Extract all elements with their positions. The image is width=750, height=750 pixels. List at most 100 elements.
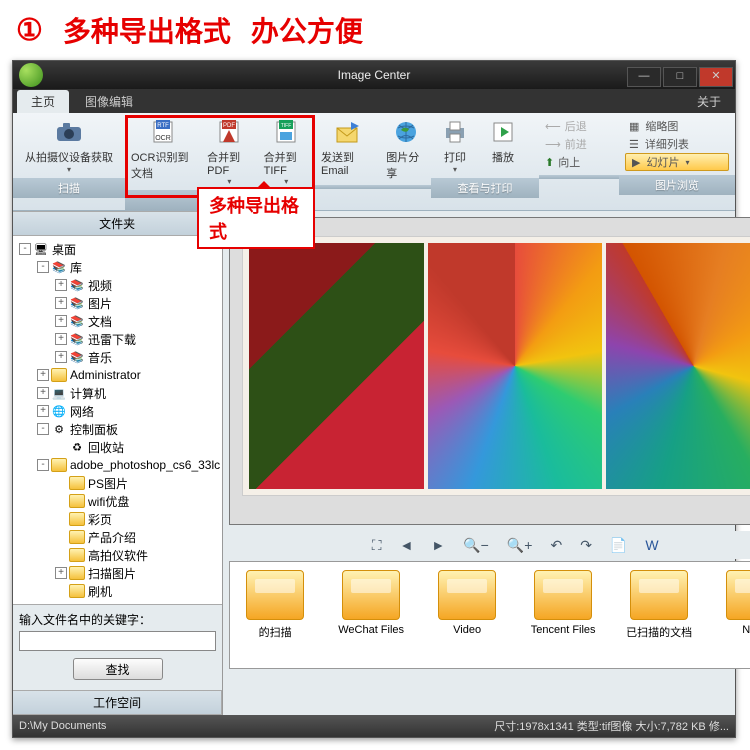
expand-toggle[interactable]: - (37, 459, 49, 471)
expand-toggle[interactable]: + (37, 387, 49, 399)
tree-item-label: 计算机 (70, 385, 106, 402)
ocr-to-doc-button[interactable]: RTFOCR OCR识别到文档 (125, 113, 201, 185)
expand-toggle[interactable]: + (55, 567, 67, 579)
close-button[interactable]: ✕ (699, 67, 733, 87)
rtf-icon: RTFOCR (148, 117, 178, 147)
menu-about[interactable]: 关于 (687, 90, 731, 113)
play-button[interactable]: 播放 (479, 113, 527, 169)
rotate-right-icon[interactable]: ↷ (580, 537, 592, 554)
folder-icon (69, 476, 85, 490)
thumbnail-item[interactable]: WeChat Files (330, 570, 412, 660)
folder-tree[interactable]: -🖥桌面-📚库+📚视频+📚图片+📚文档+📚迅雷下载+📚音乐+Administra… (13, 236, 222, 605)
tree-item[interactable]: wifi优盘 (15, 492, 220, 510)
expand-toggle[interactable] (55, 549, 67, 561)
thumbnail-item[interactable]: Tencent Files (522, 570, 604, 660)
svg-text:TIFF: TIFF (281, 123, 292, 129)
delete-icon[interactable]: 📄 (610, 537, 627, 554)
expand-toggle[interactable]: - (37, 261, 49, 273)
workspace-panel-header: 工作空间 (13, 690, 222, 715)
tree-item[interactable]: ♻回收站 (15, 438, 220, 456)
tab-image-edit[interactable]: 图像编辑 (71, 90, 147, 113)
preview-pane[interactable] (229, 217, 750, 525)
view-detail-button[interactable]: ☰详细列表 (625, 135, 729, 153)
expand-toggle[interactable]: + (55, 351, 67, 363)
callout-label: 多种导出格式 (197, 187, 315, 249)
print-button[interactable]: 打印 ▾ (431, 113, 479, 178)
view-slideshow-button[interactable]: ▶幻灯片 ▾ (625, 153, 729, 171)
main-area: ⛶ ◄ ► 🔍− 🔍+ ↶ ↷ 📄 W 的扫描 WeChat FilesVideo… (223, 211, 750, 715)
expand-toggle[interactable]: + (55, 315, 67, 327)
tree-item[interactable]: +💻计算机 (15, 384, 220, 402)
merge-to-pdf-button[interactable]: PDF 合并到PDF ▾ (201, 113, 257, 190)
thumbnail-strip[interactable]: 的扫描 WeChat FilesVideoTencent Files已扫描的文档N… (229, 561, 750, 669)
expand-toggle[interactable] (55, 585, 67, 597)
zoom-out-icon[interactable]: 🔍− (463, 537, 489, 554)
tree-item[interactable]: -📚库 (15, 258, 220, 276)
tree-item[interactable]: +Administrator (15, 366, 220, 384)
tree-item[interactable]: 彩页 (15, 510, 220, 528)
search-button[interactable]: 查找 (73, 658, 163, 680)
tree-item[interactable]: +📚迅雷下载 (15, 330, 220, 348)
expand-toggle[interactable]: + (55, 279, 67, 291)
thumbnail-item[interactable]: Nimo (714, 570, 750, 660)
share-picture-button[interactable]: 图片分享 (380, 113, 431, 185)
tree-item[interactable]: +📚音乐 (15, 348, 220, 366)
tree-item-label: PS图片 (88, 475, 128, 492)
thumbnail-item[interactable]: 的扫描 (234, 570, 316, 660)
next-image-icon[interactable]: ► (431, 537, 445, 553)
tree-item[interactable]: +📚文档 (15, 312, 220, 330)
tree-item[interactable]: PS图片 (15, 474, 220, 492)
tree-item[interactable]: 刷机 (15, 582, 220, 600)
email-icon (333, 117, 363, 147)
send-to-email-button[interactable]: 发送到Email (315, 113, 380, 181)
thumbnail-item[interactable]: 已扫描的文档 (618, 570, 700, 660)
tree-item[interactable]: + 扫描图片 (15, 564, 220, 582)
tab-home[interactable]: 主页 (17, 90, 69, 113)
pdf-icon: PDF (214, 117, 244, 147)
tree-item[interactable]: 高拍仪软件 (15, 546, 220, 564)
titlebar[interactable]: Image Center — □ ✕ (13, 61, 735, 89)
capture-from-scanner-button[interactable]: 从拍摄仪设备获取 ▾ (13, 113, 125, 178)
view-thumbnail-button[interactable]: ▦缩略图 (625, 117, 729, 135)
minimize-button[interactable]: — (627, 67, 661, 87)
tree-item[interactable]: +🌐网络 (15, 402, 220, 420)
preview-image (242, 236, 750, 496)
expand-toggle[interactable]: + (37, 405, 49, 417)
tree-item[interactable]: 产品介绍 (15, 528, 220, 546)
word-icon[interactable]: W (645, 537, 658, 553)
expand-toggle[interactable] (55, 513, 67, 525)
lib-icon: 📚 (69, 278, 85, 292)
thumbnail-item[interactable]: Video (426, 570, 508, 660)
expand-toggle[interactable] (55, 477, 67, 489)
tree-item[interactable]: -⚙控制面板 (15, 420, 220, 438)
nav-up-button[interactable]: ⬆向上 (541, 153, 617, 171)
expand-toggle[interactable] (55, 531, 67, 543)
thumbnail-label: 的扫描 (259, 624, 292, 640)
search-input[interactable] (19, 631, 216, 651)
arrow-right-icon: ⟶ (545, 138, 561, 151)
tree-item[interactable]: +📚视频 (15, 276, 220, 294)
status-info: 尺寸:1978x1341 类型:tif图像 大小:7,782 KB 修... (494, 718, 729, 734)
maximize-button[interactable]: □ (663, 67, 697, 87)
tree-item-label: 迅雷下载 (88, 331, 136, 348)
tree-item[interactable]: -adobe_photoshop_cs6_33lc (15, 456, 220, 474)
tree-item[interactable]: +📚图片 (15, 294, 220, 312)
slideshow-icon: ▶ (632, 156, 640, 169)
lib-icon: 📚 (69, 296, 85, 310)
expand-toggle[interactable]: + (55, 333, 67, 345)
rotate-left-icon[interactable]: ↶ (550, 537, 562, 554)
app-window: Image Center — □ ✕ 主页 图像编辑 关于 从拍摄仪设备获取 ▾… (12, 60, 736, 738)
lib-icon: 📚 (69, 314, 85, 328)
expand-toggle[interactable]: - (19, 243, 31, 255)
zoom-in-icon[interactable]: 🔍+ (507, 537, 533, 554)
expand-toggle[interactable] (55, 495, 67, 507)
tree-item[interactable]: -🖥桌面 (15, 240, 220, 258)
tree-item-label: 桌面 (52, 241, 76, 258)
prev-image-icon[interactable]: ◄ (400, 537, 414, 553)
expand-toggle[interactable]: + (37, 369, 49, 381)
expand-toggle[interactable]: - (37, 423, 49, 435)
expand-toggle[interactable]: + (55, 297, 67, 309)
tree-item-label: 扫描图片 (88, 565, 136, 582)
expand-toggle[interactable] (55, 441, 67, 453)
zoom-fit-icon[interactable]: ⛶ (372, 537, 382, 554)
